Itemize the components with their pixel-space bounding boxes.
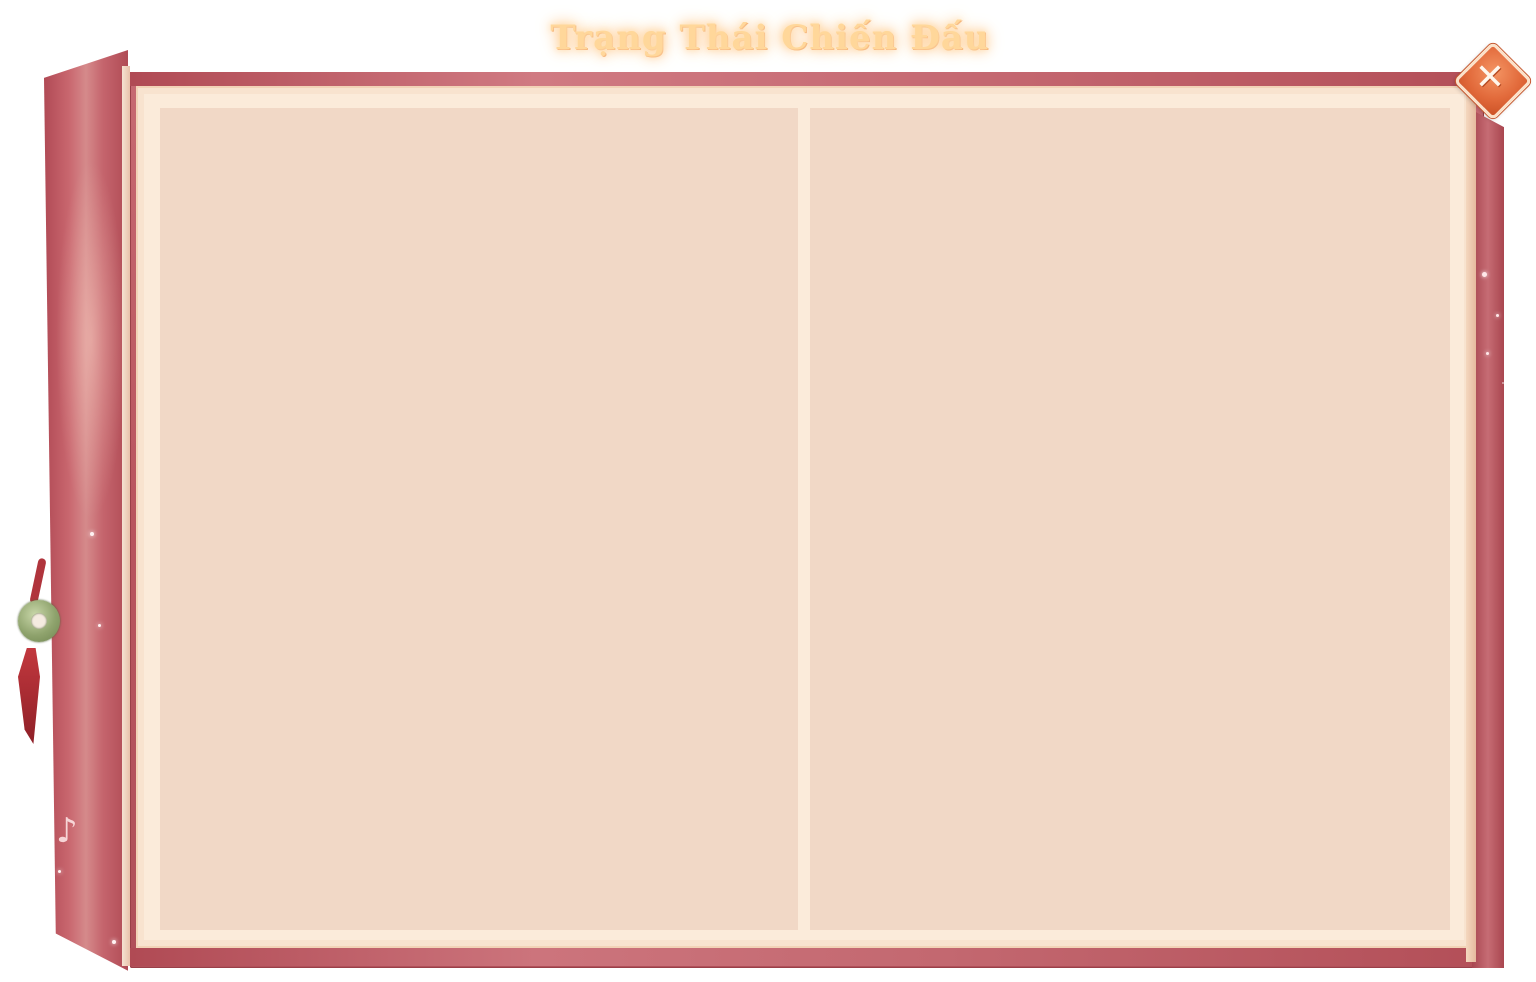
cover-right-edge <box>1472 110 1504 968</box>
spine-paper-edge <box>122 66 130 966</box>
paper-right-fold <box>1466 86 1476 962</box>
spine-glow <box>56 160 126 520</box>
sparkle-dot <box>1486 352 1489 355</box>
music-note-icon: ♪ <box>56 811 78 851</box>
sparkle-dot <box>98 624 101 627</box>
cover-bottom-edge <box>130 948 1484 966</box>
window-title: Trạng Thái Chiến Đấu <box>550 18 990 58</box>
close-icon: ✕ <box>1474 57 1506 98</box>
battle-status-screen: ♪ Trạng Thái Chiến Đấu ✕ <box>0 0 1536 982</box>
jade-pendant-hole <box>31 613 47 629</box>
tassel-icon <box>18 648 40 744</box>
tassel-cord-icon <box>29 557 47 605</box>
right-content-panel <box>810 108 1450 930</box>
cover-top-edge <box>130 72 1484 86</box>
sparkle-dot <box>112 940 116 944</box>
swirl-decoration <box>1502 346 1528 384</box>
sparkle-dot <box>1496 314 1499 317</box>
sparkle-dot <box>90 532 94 536</box>
sparkle-dot <box>58 870 61 873</box>
sparkle-dot <box>1482 272 1487 277</box>
close-button[interactable]: ✕ <box>1453 41 1533 121</box>
left-content-panel <box>160 108 798 930</box>
panel-divider <box>798 108 810 930</box>
